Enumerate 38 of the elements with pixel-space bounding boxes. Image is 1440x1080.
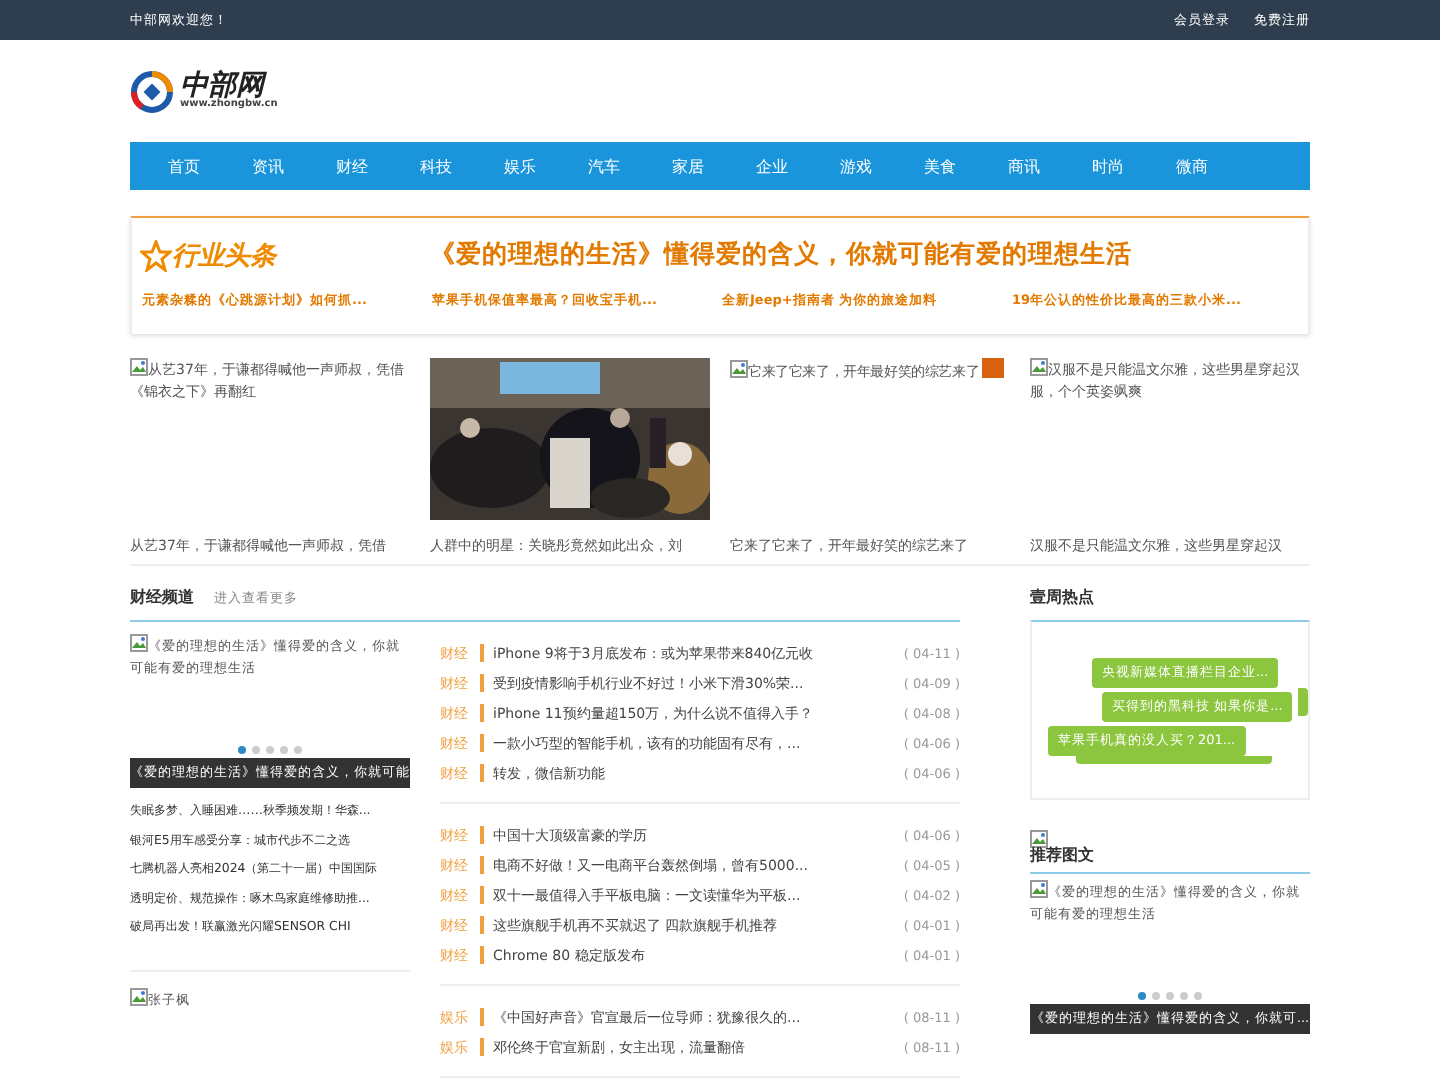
carousel-dot[interactable] [1166, 992, 1174, 1000]
nav-item[interactable]: 资讯 [226, 155, 310, 177]
carousel-dot[interactable] [1194, 992, 1202, 1000]
star-icon [140, 239, 172, 271]
nav-item[interactable]: 汽车 [562, 155, 646, 177]
nav-item[interactable]: 游戏 [814, 155, 898, 177]
broken-image-icon [1030, 358, 1048, 376]
carousel-dot[interactable] [1138, 992, 1146, 1000]
nav-item[interactable]: 企业 [730, 155, 814, 177]
carousel-dot[interactable] [266, 746, 274, 754]
broken-image-icon [130, 634, 148, 652]
nav-item[interactable]: 时尚 [1066, 155, 1150, 177]
broken-image-icon [130, 358, 148, 376]
nav-item[interactable]: 微商 [1150, 155, 1234, 177]
carousel-dot[interactable] [252, 746, 260, 754]
broken-image-icon [130, 987, 148, 1005]
nav-item[interactable]: 财经 [310, 155, 394, 177]
section-title: 财经频道 [130, 586, 194, 608]
nav-item[interactable]: 科技 [394, 155, 478, 177]
broken-image-icon [1030, 830, 1048, 848]
nav-item[interactable]: 商讯 [982, 155, 1066, 177]
nav-item[interactable]: 首页 [142, 155, 226, 177]
broken-image-icon [730, 360, 748, 378]
carousel-dot[interactable] [280, 746, 288, 754]
carousel-dot[interactable] [1152, 992, 1160, 1000]
logo-icon [130, 69, 174, 113]
carousel-dot[interactable] [1180, 992, 1188, 1000]
section-title: 推荐图文 [1030, 846, 1094, 864]
carousel-dot[interactable] [294, 746, 302, 754]
nav-item[interactable]: 家居 [646, 155, 730, 177]
headline-title[interactable]: 《爱的理想的生活》懂得爱的含义，你就可能有爱的理想生活 [430, 238, 1132, 272]
logo-text: 中部网 [180, 72, 267, 100]
carousel-dot[interactable] [238, 746, 246, 754]
broken-image-icon [1030, 880, 1048, 898]
section-title: 壹周热点 [1030, 586, 1094, 608]
nav-item[interactable]: 美食 [898, 155, 982, 177]
nav-item[interactable]: 娱乐 [478, 155, 562, 177]
headline-label: 行业头条 [172, 239, 276, 273]
